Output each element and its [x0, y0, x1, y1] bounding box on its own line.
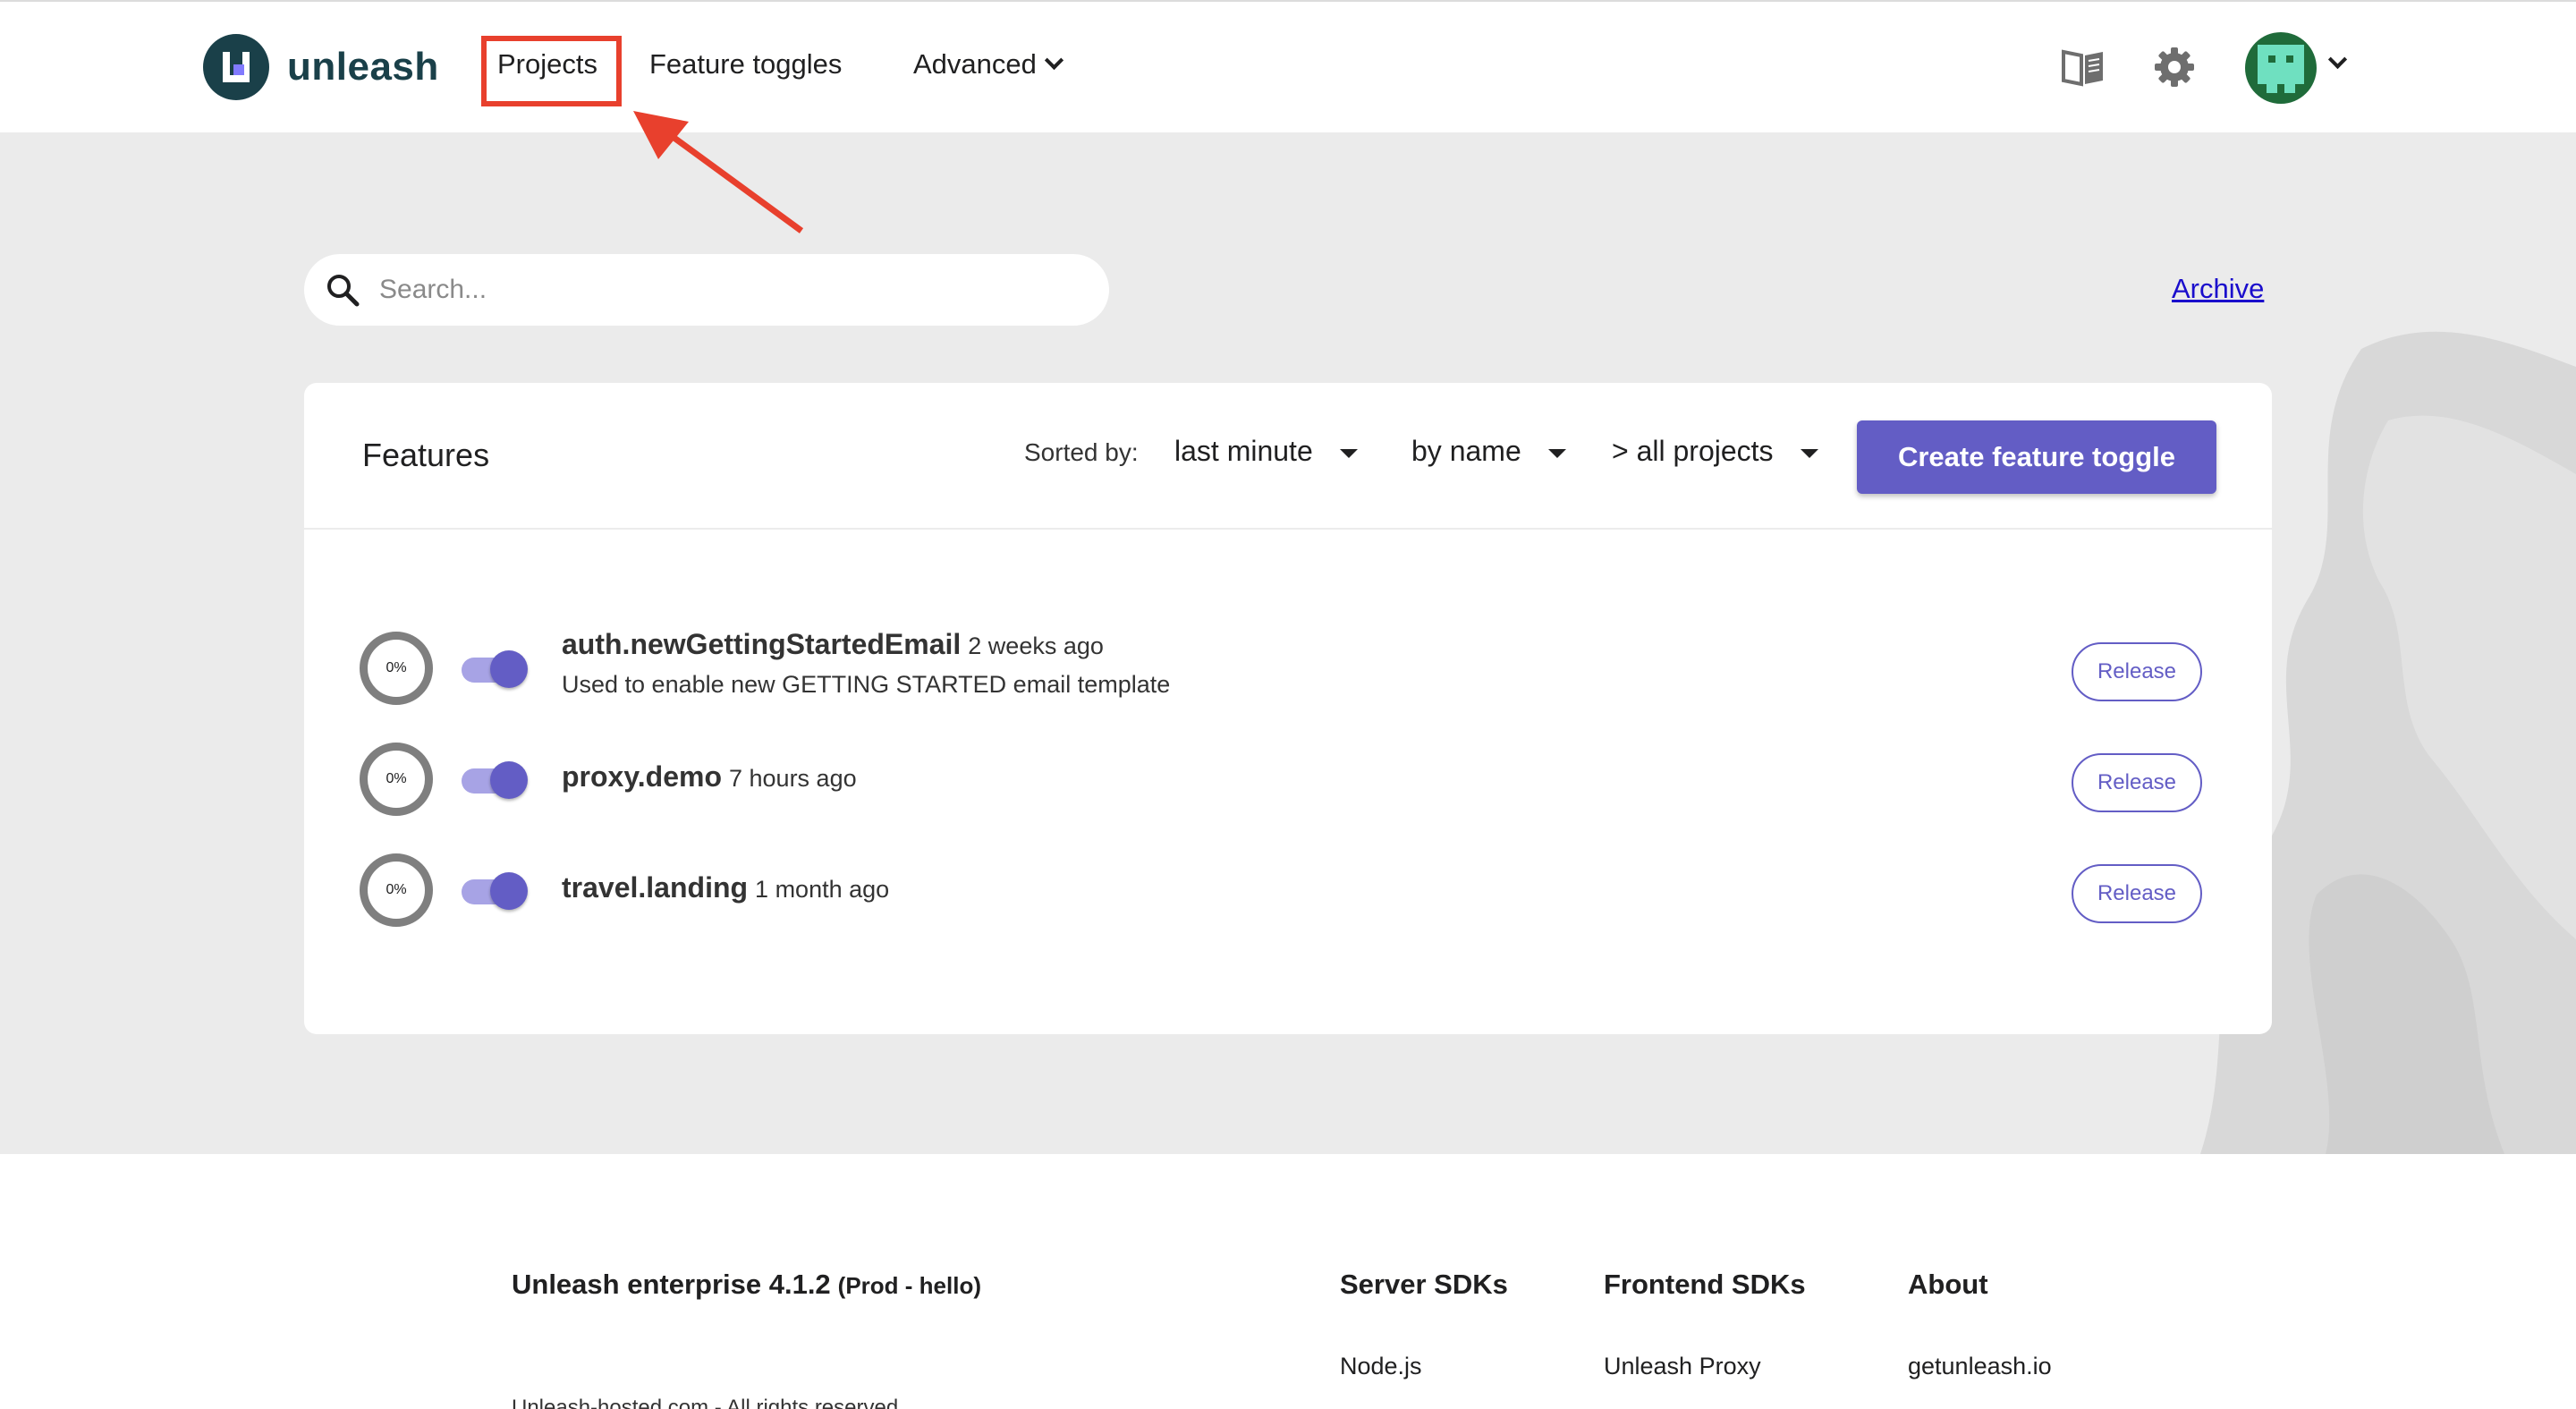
feature-created-time: 2 weeks ago: [968, 632, 1104, 659]
features-title: Features: [362, 437, 490, 473]
annotation-highlight-box: [481, 36, 622, 106]
feature-created-time: 1 month ago: [755, 876, 890, 903]
footer-frontend-sdks-heading: Frontend SDKs: [1604, 1269, 1806, 1300]
nav-advanced-menu[interactable]: Advanced: [913, 48, 1063, 81]
feature-name: travel.landing: [562, 871, 749, 904]
search-input[interactable]: [379, 275, 1005, 305]
footer-unleash-proxy-link[interactable]: Unleash Proxy: [1604, 1353, 1761, 1380]
top-navigation-bar: unleash Projects Feature toggles Advance…: [0, 0, 2576, 132]
feature-row[interactable]: 0% auth.newGettingStartedEmail 2 weeks ag…: [304, 628, 2272, 709]
user-menu-chevron-down-icon[interactable]: [2327, 49, 2348, 70]
search-bar[interactable]: [304, 254, 1109, 326]
footer-server-sdks-heading: Server SDKs: [1340, 1269, 1508, 1300]
book-icon[interactable]: [2061, 47, 2106, 89]
feature-name-link[interactable]: auth.newGettingStartedEmail 2 weeks ago: [562, 628, 1104, 661]
feature-name-link[interactable]: proxy.demo 7 hours ago: [562, 760, 857, 794]
feature-name-link[interactable]: travel.landing 1 month ago: [562, 871, 889, 904]
feature-enabled-toggle[interactable]: [462, 648, 530, 689]
feature-description: Used to enable new GETTING STARTED email…: [562, 671, 1171, 698]
feature-type-release-badge[interactable]: Release: [2072, 864, 2202, 923]
sort-name-dropdown[interactable]: by name: [1411, 435, 1566, 468]
logo-mark-icon: [203, 34, 269, 100]
footer-getunleash-link[interactable]: getunleash.io: [1908, 1353, 2052, 1380]
feature-type-release-badge[interactable]: Release: [2072, 642, 2202, 701]
user-avatar[interactable]: [2245, 32, 2317, 104]
features-card-header: Features Sorted by: last minute by name …: [304, 383, 2272, 530]
project-filter-value: > all projects: [1612, 435, 1774, 467]
footer: Unleash enterprise 4.1.2 (Prod - hello) U…: [0, 1154, 2576, 1409]
rollout-progress-circle: 0%: [360, 743, 433, 816]
features-card: Features Sorted by: last minute by name …: [304, 383, 2272, 1034]
feature-enabled-toggle[interactable]: [462, 870, 530, 911]
brand-name: unleash: [287, 45, 439, 89]
unleash-logo[interactable]: unleash: [203, 34, 439, 100]
feature-created-time: 7 hours ago: [729, 765, 857, 792]
chevron-down-icon: [1044, 50, 1063, 71]
rollout-progress-circle: 0%: [360, 632, 433, 705]
sort-time-dropdown[interactable]: last minute: [1174, 435, 1358, 468]
project-filter-dropdown[interactable]: > all projects: [1612, 435, 1818, 468]
feature-type-release-badge[interactable]: Release: [2072, 753, 2202, 812]
caret-down-icon: [1800, 448, 1818, 458]
caret-down-icon: [1547, 448, 1566, 458]
footer-nodejs-link[interactable]: Node.js: [1340, 1353, 1422, 1380]
feature-name: auth.newGettingStartedEmail: [562, 628, 962, 660]
archive-link[interactable]: Archive: [2172, 273, 2264, 305]
feature-row[interactable]: 0% proxy.demo 7 hours ago Release: [304, 739, 2272, 819]
search-icon: [327, 275, 360, 307]
footer-copyright: Unleash-hosted.com - All rights reserved: [512, 1396, 899, 1409]
caret-down-icon: [1339, 448, 1358, 458]
feature-name: proxy.demo: [562, 760, 722, 793]
sort-name-value: by name: [1411, 435, 1521, 467]
sort-time-value: last minute: [1174, 435, 1313, 467]
footer-environment: (Prod - hello): [837, 1272, 981, 1299]
nav-advanced-label: Advanced: [913, 48, 1037, 80]
gear-icon[interactable]: [2154, 47, 2195, 88]
nav-feature-toggles-link[interactable]: Feature toggles: [649, 48, 842, 81]
footer-about-heading: About: [1908, 1269, 1988, 1300]
sorted-by-label: Sorted by:: [1024, 438, 1139, 466]
footer-version: Unleash enterprise 4.1.2 (Prod - hello): [512, 1269, 981, 1301]
footer-brand-text: Unleash enterprise 4.1.2: [512, 1269, 831, 1300]
create-feature-toggle-button[interactable]: Create feature toggle: [1857, 420, 2216, 494]
feature-enabled-toggle[interactable]: [462, 759, 530, 800]
feature-row[interactable]: 0% travel.landing 1 month ago Release: [304, 850, 2272, 930]
rollout-progress-circle: 0%: [360, 853, 433, 927]
annotation-arrow: [633, 111, 804, 233]
